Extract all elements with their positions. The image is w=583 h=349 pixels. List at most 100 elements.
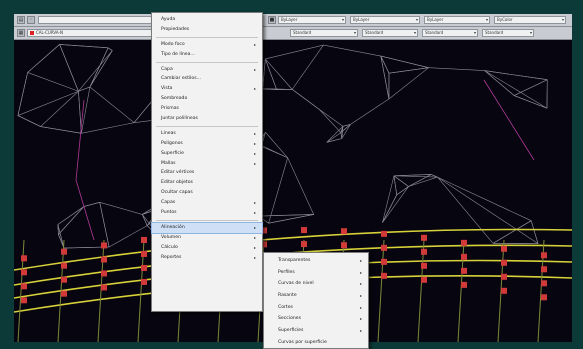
menu-item-label: Editar vértices (161, 170, 195, 176)
tin-edge (393, 175, 409, 187)
submenu-item[interactable]: Superficies ▸ (264, 325, 368, 337)
menu-item[interactable]: Cambiar estilos... (152, 74, 262, 84)
lightbulb-icon[interactable]: ◦ (27, 16, 35, 24)
tin-edge (428, 67, 485, 71)
tin-edge (437, 176, 532, 221)
submenu-arrow-icon: ▸ (253, 244, 256, 250)
tin-edge (57, 224, 65, 249)
menu-item[interactable]: Puntos ▸ (152, 208, 262, 218)
menu-item[interactable]: Prismas (152, 104, 262, 114)
submenu-arrow-icon: ▸ (359, 293, 362, 299)
menu-item-label: Superficie (161, 150, 184, 156)
tin-edge (17, 90, 79, 116)
menu-item[interactable]: Polígonos ▸ (152, 139, 262, 149)
submenu-item[interactable]: Rasante ▸ (264, 290, 368, 302)
menu-item[interactable]: Vista ▸ (152, 84, 262, 94)
submenu-arrow-icon: ▸ (359, 269, 362, 275)
layer-properties-icon[interactable]: ▤ (17, 16, 25, 24)
menu-item[interactable]: Modo foco ▸ (152, 40, 262, 50)
menu-item[interactable]: Líneas ▸ (152, 129, 262, 139)
chevron-down-icon: ▾ (341, 17, 344, 22)
submenu-item[interactable]: Transparentes ▸ (264, 255, 368, 267)
tin-edge (265, 58, 293, 90)
submenu-item[interactable]: Secciones ▸ (264, 313, 368, 325)
menu-item[interactable]: Propiedades (152, 25, 262, 35)
station-node (461, 267, 467, 274)
submenu-item[interactable]: Curvas por superficie (264, 337, 368, 348)
station-node (501, 259, 507, 266)
tin-edge (514, 95, 548, 109)
submenu-item[interactable]: Curvas de nivel ▸ (264, 278, 368, 290)
station-node (421, 276, 427, 283)
station-node (101, 270, 107, 277)
menu-item[interactable]: Editar vértices (152, 168, 262, 178)
tin-edge (393, 175, 438, 178)
menu-item[interactable]: Mallas ▸ (152, 159, 262, 169)
properties-toolbar: ▤ ◦ ▾ ■ ByLayer ▾ ByLayer ▾ ByLayer ▾ ByCol… (14, 14, 572, 27)
menu-item-label: Volumen (161, 234, 181, 240)
menu-separator (156, 61, 258, 63)
tin-edge (292, 89, 320, 110)
menu-item[interactable]: Juntar polilíneas (152, 114, 262, 124)
submenu-arrow-icon: ▸ (253, 254, 256, 260)
color-dropdown[interactable]: ByLayer ▾ (278, 16, 346, 24)
plotstyle-dropdown[interactable]: ByColor ▾ (494, 16, 566, 24)
tin-edge (393, 175, 398, 195)
station-node (101, 256, 107, 263)
menu-item[interactable]: Ayuda (152, 15, 262, 25)
station-node (541, 294, 547, 301)
tin-edge (484, 70, 548, 109)
station-node (101, 284, 107, 291)
submenu-arrow-icon: ▸ (253, 150, 256, 156)
submenu-arrow-icon: ▸ (359, 304, 362, 310)
menu-item-label: Editar objetos (161, 180, 193, 186)
station-node (21, 255, 27, 262)
tin-edge (393, 174, 432, 177)
section-line (377, 239, 385, 342)
lineweight-dropdown[interactable]: ByLayer ▾ (424, 16, 490, 24)
tin-edge (83, 202, 100, 207)
menu-item[interactable]: Editar objetos (152, 178, 262, 188)
menu-item[interactable]: Cálculo ▸ (152, 243, 262, 253)
station-node (461, 239, 467, 246)
submenu-arrow-icon: ▸ (253, 66, 256, 72)
linetype-dropdown[interactable]: ByLayer ▾ (350, 16, 420, 24)
menu-item[interactable]: Sombreado (152, 94, 262, 104)
submenu-item[interactable]: Cortes ▸ (264, 302, 368, 314)
submenu-arrow-icon: ▸ (359, 316, 362, 322)
tin-edge (17, 115, 41, 127)
menu-item[interactable]: Volumen ▸ (152, 233, 262, 243)
layer-dropdown[interactable]: CAL-CURVA-N ▾ (27, 29, 159, 37)
menu-item-label: Puntos (161, 210, 177, 216)
menu-item[interactable]: Ocultar capas (152, 188, 262, 198)
station-node (501, 287, 507, 294)
submenu-item-label: Curvas de nivel (278, 281, 314, 287)
submenu-item[interactable]: Perfiles ▸ (264, 267, 368, 279)
menu-item[interactable]: Alineación ▸ (151, 221, 263, 234)
menu-item[interactable]: Capa ▸ (152, 65, 262, 75)
dim-style-value: Standard (365, 30, 384, 35)
menu-item[interactable]: Superficie ▸ (152, 149, 262, 159)
submenu-arrow-icon: ▸ (253, 234, 256, 240)
station-node (461, 281, 467, 288)
menu-item-label: Capa (161, 66, 173, 72)
text-style-dropdown[interactable]: Standard ▾ (290, 29, 358, 37)
station-node (61, 290, 67, 297)
color-swatch-icon[interactable]: ■ (268, 16, 276, 24)
menu-separator (156, 125, 258, 127)
tin-edge (530, 220, 539, 244)
layer-state-dropdown[interactable]: ▾ (38, 16, 158, 24)
tin-edge (326, 126, 344, 143)
tin-edge (513, 79, 548, 96)
dim-style-dropdown[interactable]: Standard ▾ (362, 29, 418, 37)
station-node (61, 262, 67, 269)
tin-edge (380, 56, 390, 100)
submenu-item-label: Curvas por superficie (278, 339, 327, 345)
mleader-style-dropdown[interactable]: Standard ▾ (482, 29, 534, 37)
linetype-value: ByLayer (353, 17, 370, 22)
menu-item[interactable]: Reportes ▸ (152, 253, 262, 263)
table-style-dropdown[interactable]: Standard ▾ (422, 29, 478, 37)
layer-manager-icon[interactable]: ▦ (17, 29, 25, 37)
menu-item[interactable]: Tipo de línea... (152, 50, 262, 60)
menu-item[interactable]: Capas ▸ (152, 198, 262, 208)
